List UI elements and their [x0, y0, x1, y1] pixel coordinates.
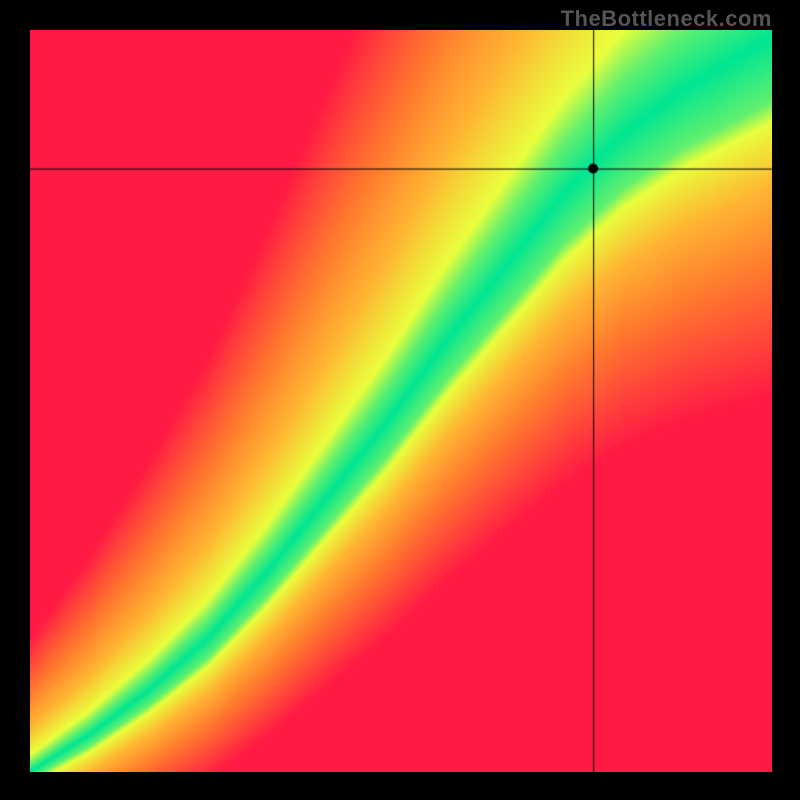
chart-container: TheBottleneck.com	[0, 0, 800, 800]
watermark-text: TheBottleneck.com	[561, 6, 772, 32]
bottleneck-heatmap	[30, 30, 772, 772]
